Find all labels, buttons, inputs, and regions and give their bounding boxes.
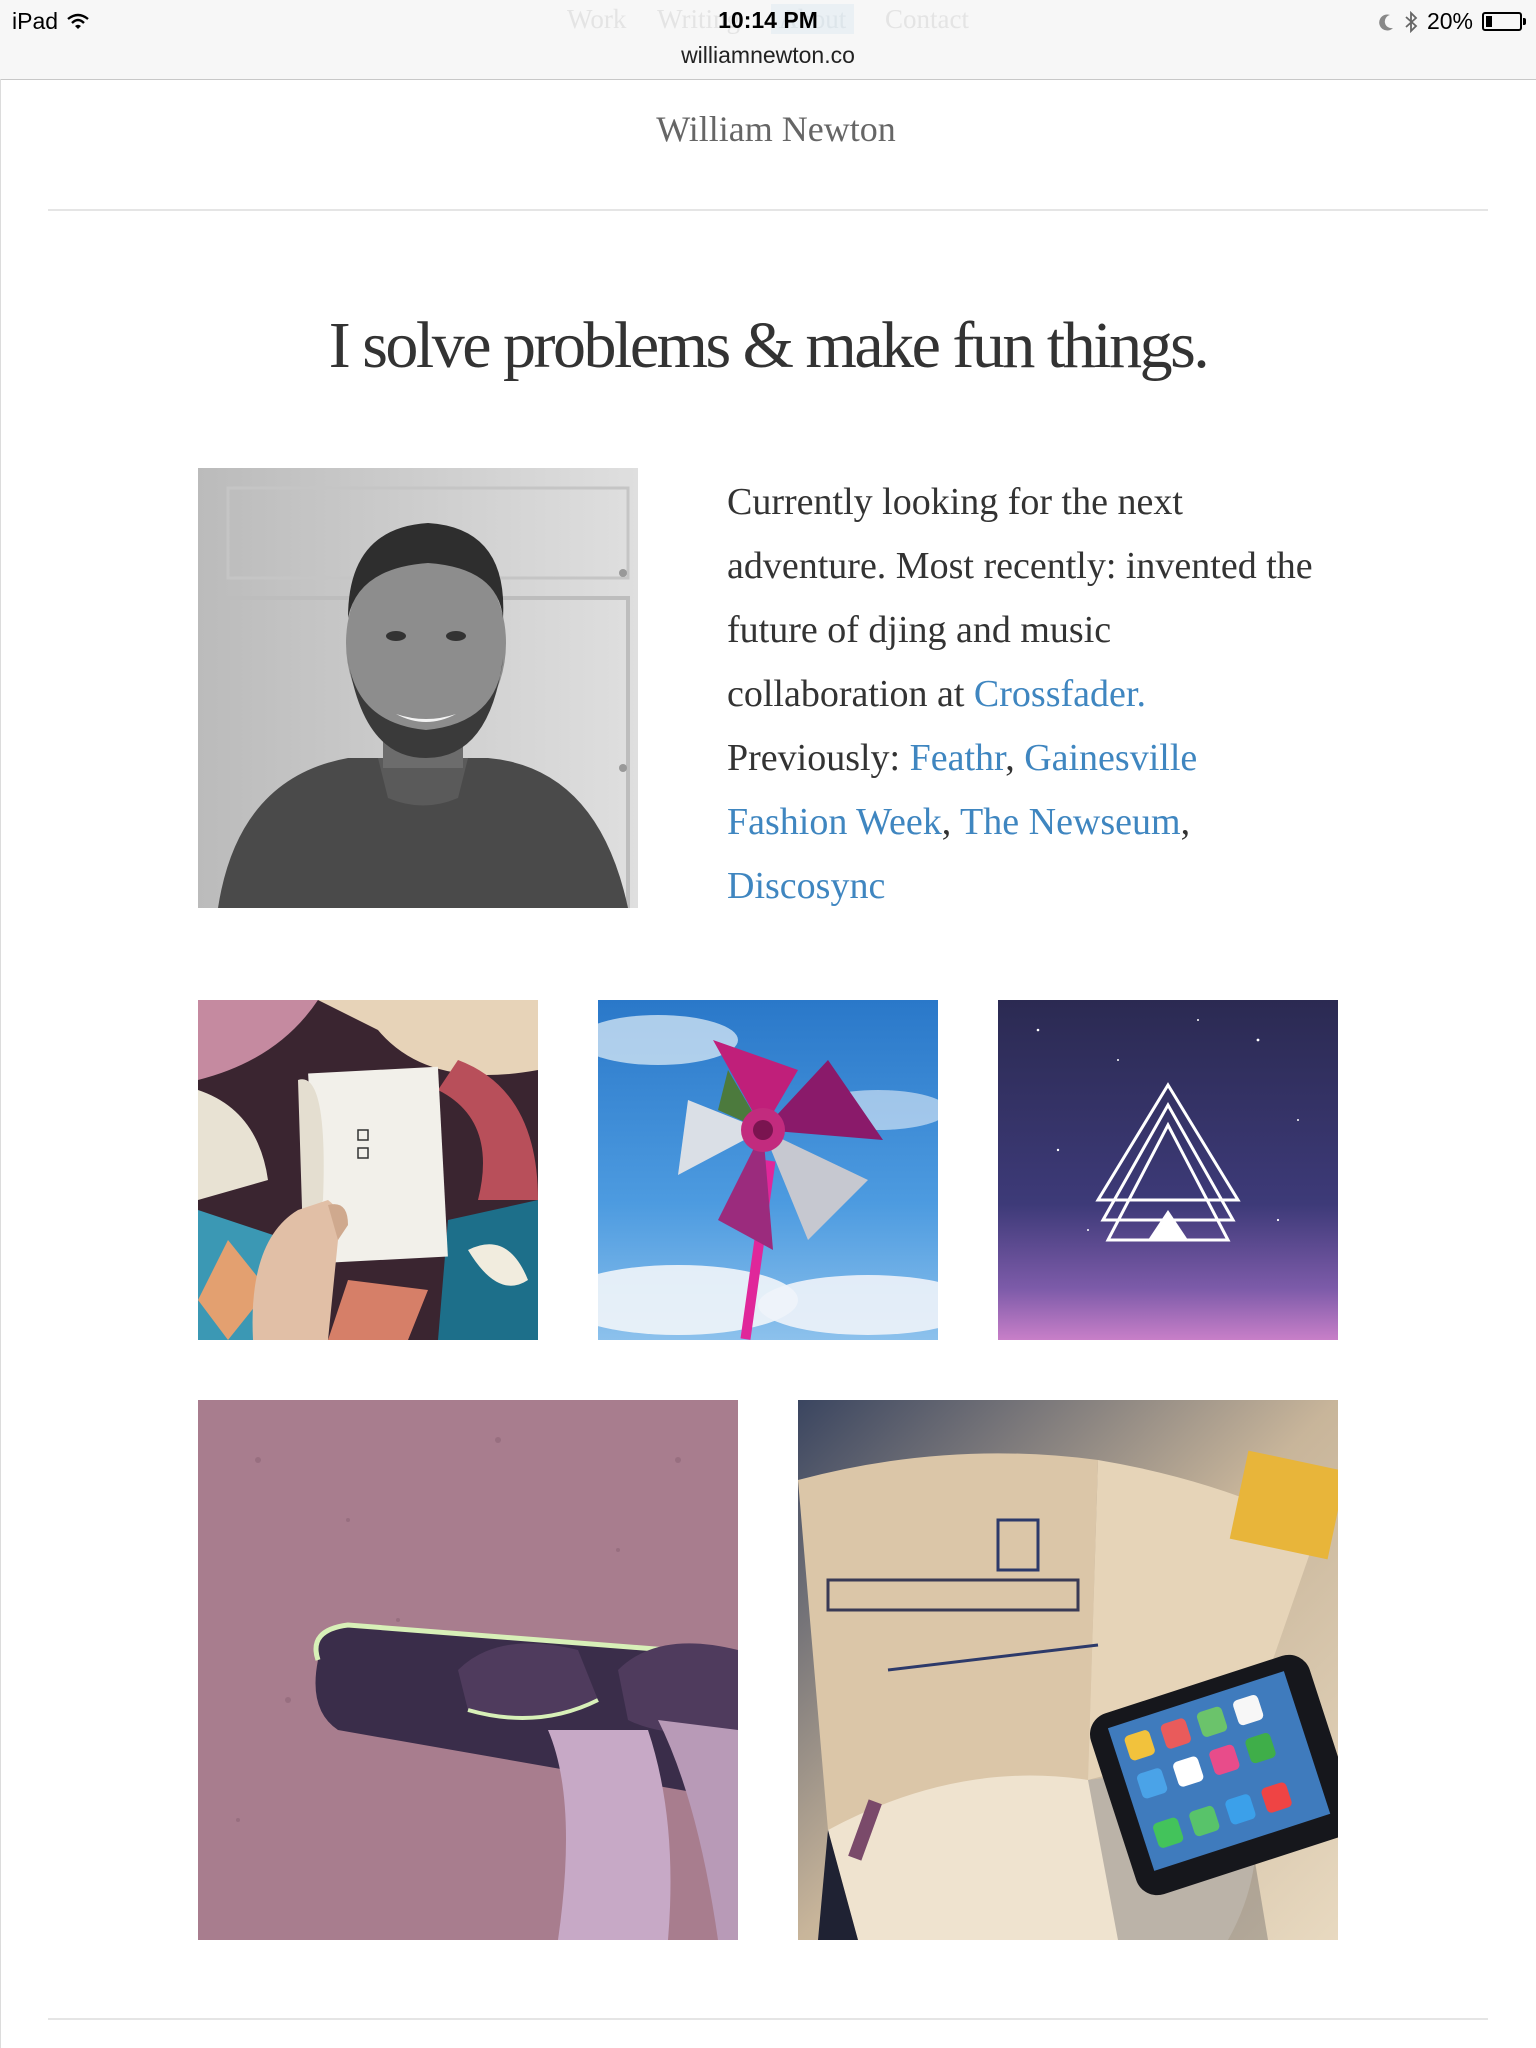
browser-status-bar: Work Writing About Contact iPad 10:14 PM…: [0, 0, 1536, 80]
photo-notebook-graffiti[interactable]: [198, 1000, 538, 1340]
battery-level-fill: [1486, 16, 1492, 27]
page-headline: I solve problems & make fun things.: [328, 309, 1210, 382]
battery-icon: [1482, 12, 1526, 31]
link-discosync[interactable]: Discosync: [727, 865, 885, 907]
link-crossfader[interactable]: Crossfader.: [974, 673, 1146, 715]
photo-pinwheel[interactable]: [598, 1000, 938, 1340]
portrait-photo: [198, 468, 638, 908]
footer-divider: [48, 2018, 1488, 2020]
photo-notebook-iphone[interactable]: [798, 1400, 1338, 1940]
site-title[interactable]: William Newton: [0, 108, 1536, 150]
intro-sep-2: ,: [941, 801, 961, 843]
photo-skateboard[interactable]: [198, 1400, 738, 1940]
intro-sep-1: ,: [1005, 737, 1025, 779]
link-feathr[interactable]: Feathr: [910, 737, 1006, 779]
header-divider: [48, 209, 1488, 211]
battery-percent: 20%: [1426, 8, 1473, 34]
status-time: 10:14 PM: [718, 7, 818, 33]
status-right: 20%: [1379, 8, 1526, 35]
address-bar-url[interactable]: williamnewton.co: [0, 42, 1536, 69]
intro-text-2: Previously:: [727, 737, 910, 779]
intro-sep-3: ,: [1180, 801, 1191, 843]
moon-icon: [1379, 13, 1393, 30]
bluetooth-icon: [1405, 10, 1418, 33]
intro-paragraph: Currently looking for the next adventure…: [727, 470, 1317, 918]
link-the-newseum[interactable]: The Newseum: [960, 801, 1181, 843]
photo-triangle-logo[interactable]: [998, 1000, 1338, 1340]
